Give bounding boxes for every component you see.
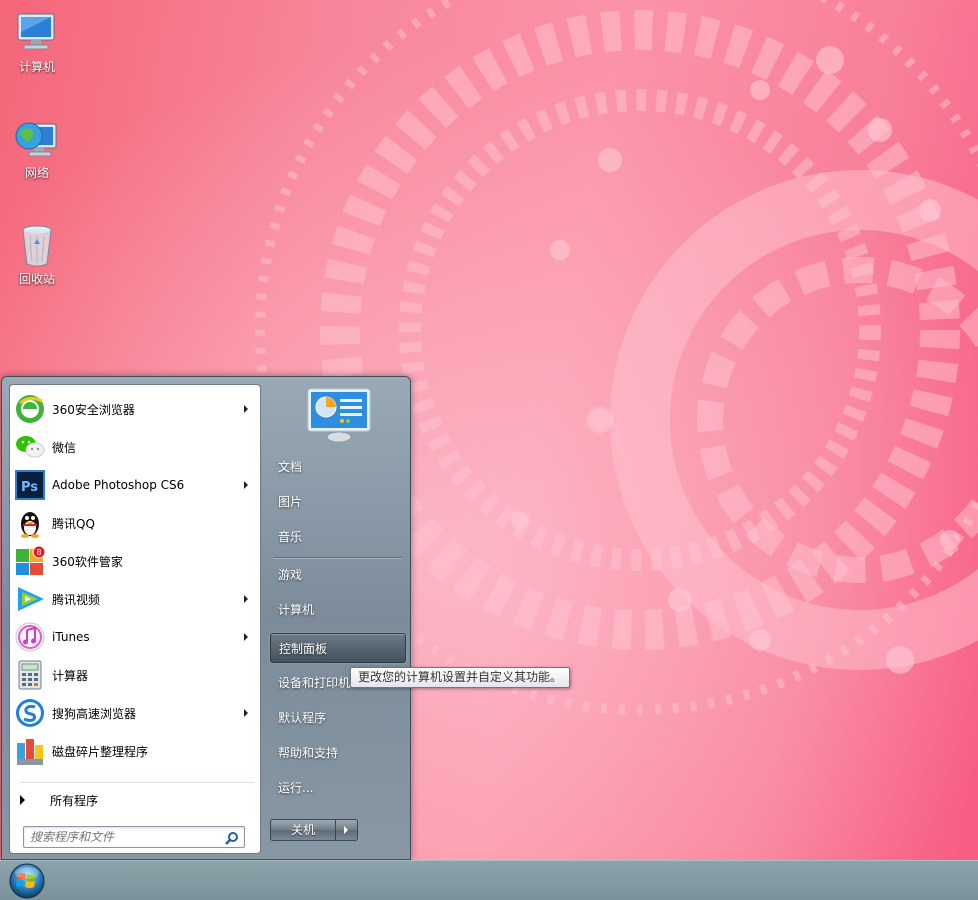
submenu-arrow-icon[interactable]	[244, 633, 248, 641]
360-browser-icon	[14, 393, 46, 425]
start-link-run[interactable]: 运行...	[270, 773, 406, 803]
submenu-arrow-icon[interactable]	[244, 709, 248, 717]
program-name: 磁盘碎片整理程序	[52, 744, 149, 759]
desktop-icon-label: 回收站	[18, 272, 55, 286]
360-software-manager-icon: 8	[14, 545, 46, 577]
program-item-qq[interactable]: 腾讯QQ	[10, 504, 260, 542]
program-item-wechat[interactable]: 微信	[10, 428, 260, 466]
photoshop-icon: Ps	[14, 469, 46, 501]
search-icon[interactable]	[225, 831, 239, 845]
search-box[interactable]	[23, 826, 245, 848]
desktop-icon-computer[interactable]: 计算机	[4, 10, 70, 74]
program-name: Adobe Photoshop CS6	[52, 478, 185, 492]
desktop-icon-recycle-bin[interactable]: 回收站	[4, 222, 70, 286]
start-link-computer[interactable]: 计算机	[270, 595, 406, 625]
taskbar	[0, 860, 978, 900]
all-programs-button[interactable]: 所有程序	[20, 789, 98, 811]
start-menu: 360安全浏览器 微信 Ps Adobe Photoshop CS6 腾讯QQ …	[1, 376, 411, 860]
places-separator	[274, 557, 402, 559]
start-link-music[interactable]: 音乐	[270, 522, 406, 552]
start-link-pictures[interactable]: 图片	[270, 487, 406, 517]
program-item-tencent-video[interactable]: 腾讯视频	[10, 580, 260, 618]
start-link-help-support[interactable]: 帮助和支持	[270, 738, 406, 768]
calculator-icon	[14, 659, 46, 691]
program-item-sogou-browser[interactable]: 搜狗高速浏览器	[10, 694, 260, 732]
program-name: 腾讯QQ	[52, 516, 95, 531]
search-input[interactable]	[24, 827, 219, 847]
shutdown-options-arrow-icon[interactable]	[336, 819, 358, 841]
start-link-documents[interactable]: 文档	[270, 452, 406, 482]
shutdown-group: 关机	[270, 819, 358, 841]
windows-logo-icon	[9, 863, 45, 899]
start-link-control-panel[interactable]: 控制面板	[270, 633, 406, 663]
itunes-icon	[14, 621, 46, 653]
desktop-icon-label: 计算机	[18, 60, 55, 74]
submenu-arrow-icon[interactable]	[244, 405, 248, 413]
shutdown-button[interactable]: 关机	[270, 819, 336, 841]
submenu-arrow-icon[interactable]	[244, 595, 248, 603]
desktop-icon-label: 网络	[24, 166, 49, 180]
program-name: 微信	[52, 440, 77, 455]
svg-text:Ps: Ps	[21, 480, 38, 495]
tencent-video-icon	[14, 583, 46, 615]
program-item-calculator[interactable]: 计算器	[10, 656, 260, 694]
start-menu-places-pane: 文档 图片 音乐 游戏 计算机 控制面板 设备和打印机 默认程序 帮助和支持 运…	[264, 377, 410, 859]
start-link-default-programs[interactable]: 默认程序	[270, 703, 406, 733]
program-name: 计算器	[52, 668, 89, 683]
start-menu-programs-pane: 360安全浏览器 微信 Ps Adobe Photoshop CS6 腾讯QQ …	[9, 384, 261, 854]
program-item-disk-defragmenter[interactable]: 磁盘碎片整理程序	[10, 732, 260, 770]
computer-icon	[14, 10, 60, 56]
submenu-arrow-icon[interactable]	[244, 481, 248, 489]
program-name: 腾讯视频	[52, 592, 101, 607]
control-panel-tooltip: 更改您的计算机设置并自定义其功能。	[350, 667, 571, 688]
sogou-browser-icon	[14, 697, 46, 729]
program-item-360-browser[interactable]: 360安全浏览器	[10, 390, 260, 428]
program-name: iTunes	[52, 630, 90, 644]
program-item-360-software-manager[interactable]: 8 360软件管家	[10, 542, 260, 580]
wechat-icon	[14, 431, 46, 463]
disk-defrag-icon	[14, 735, 46, 767]
network-icon	[14, 116, 60, 162]
program-item-itunes[interactable]: iTunes	[10, 618, 260, 656]
svg-text:8: 8	[37, 548, 42, 557]
program-name: 搜狗高速浏览器	[52, 706, 137, 721]
start-link-games[interactable]: 游戏	[270, 560, 406, 590]
program-name: 360软件管家	[52, 554, 123, 569]
all-programs-label: 所有程序	[50, 793, 99, 808]
qq-icon	[14, 507, 46, 539]
control-panel-picture-icon	[306, 387, 372, 443]
pinned-program-list: 360安全浏览器 微信 Ps Adobe Photoshop CS6 腾讯QQ …	[10, 390, 260, 770]
triangle-right-icon	[20, 795, 25, 805]
program-item-photoshop[interactable]: Ps Adobe Photoshop CS6	[10, 466, 260, 504]
program-name: 360安全浏览器	[52, 402, 135, 417]
desktop-icon-network[interactable]: 网络	[4, 116, 70, 180]
programs-separator	[20, 782, 254, 783]
recycle-bin-icon	[14, 222, 60, 268]
start-button[interactable]	[8, 862, 46, 900]
